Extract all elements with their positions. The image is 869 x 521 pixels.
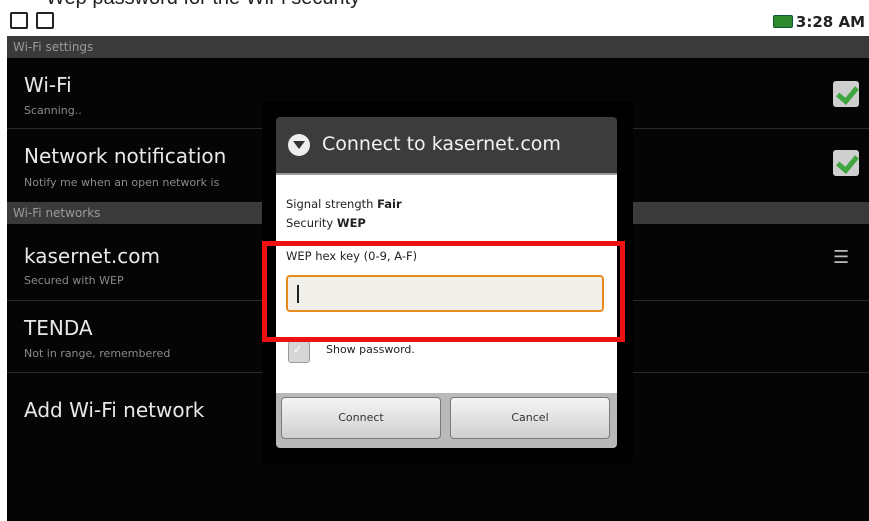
- wifi-lock-icon: ☰: [833, 247, 850, 268]
- setting-network-notification-subtitle: Notify me when an open network is: [24, 176, 220, 189]
- signal-strength-label: Signal strength: [286, 197, 374, 211]
- wifi-dialog-icon: [288, 134, 310, 156]
- signal-strength-value: Fair: [377, 197, 402, 211]
- dialog-title: Connect to kasernet.com: [322, 133, 561, 155]
- show-password-label: Show password.: [326, 343, 415, 356]
- battery-icon: [773, 15, 793, 28]
- caption-label: Wep password for the WiFi security: [46, 0, 360, 10]
- cancel-button[interactable]: Cancel: [450, 397, 610, 439]
- security-row: Security WEP: [286, 216, 366, 230]
- add-wifi-network-button[interactable]: Add Wi-Fi network: [24, 398, 204, 422]
- caption-text-fragment: Wep password for the WiFi security: [0, 0, 869, 10]
- highlight-box: [262, 241, 625, 342]
- wifi-checkbox[interactable]: [833, 81, 859, 107]
- status-clock: 3:28 AM: [795, 13, 865, 31]
- check-icon: ✓: [293, 343, 303, 356]
- network-tenda-subtitle: Not in range, remembered: [24, 347, 171, 360]
- show-password-checkbox[interactable]: ✓: [288, 341, 310, 363]
- network-kasernet-subtitle: Secured with WEP: [24, 274, 124, 287]
- sd-card-icon: [10, 12, 28, 29]
- usb-debug-icon: [36, 12, 54, 29]
- dialog-title-bar: Connect to kasernet.com: [276, 117, 617, 175]
- connect-button[interactable]: Connect: [281, 397, 441, 439]
- section-header-wifi-settings: Wi-Fi settings: [7, 36, 869, 58]
- network-notification-checkbox[interactable]: [833, 150, 859, 176]
- security-value: WEP: [336, 216, 366, 230]
- setting-network-notification-title: Network notification: [24, 144, 227, 168]
- setting-wifi-subtitle: Scanning..: [24, 104, 82, 117]
- status-bar: 3:28 AM: [0, 10, 869, 36]
- network-tenda-title: TENDA: [24, 316, 93, 340]
- security-label: Security: [286, 216, 334, 230]
- setting-wifi-title: Wi-Fi: [24, 73, 72, 97]
- signal-strength-row: Signal strength Fair: [286, 197, 402, 211]
- dialog-button-bar: Connect Cancel: [276, 393, 617, 448]
- network-kasernet-title: kasernet.com: [24, 244, 160, 268]
